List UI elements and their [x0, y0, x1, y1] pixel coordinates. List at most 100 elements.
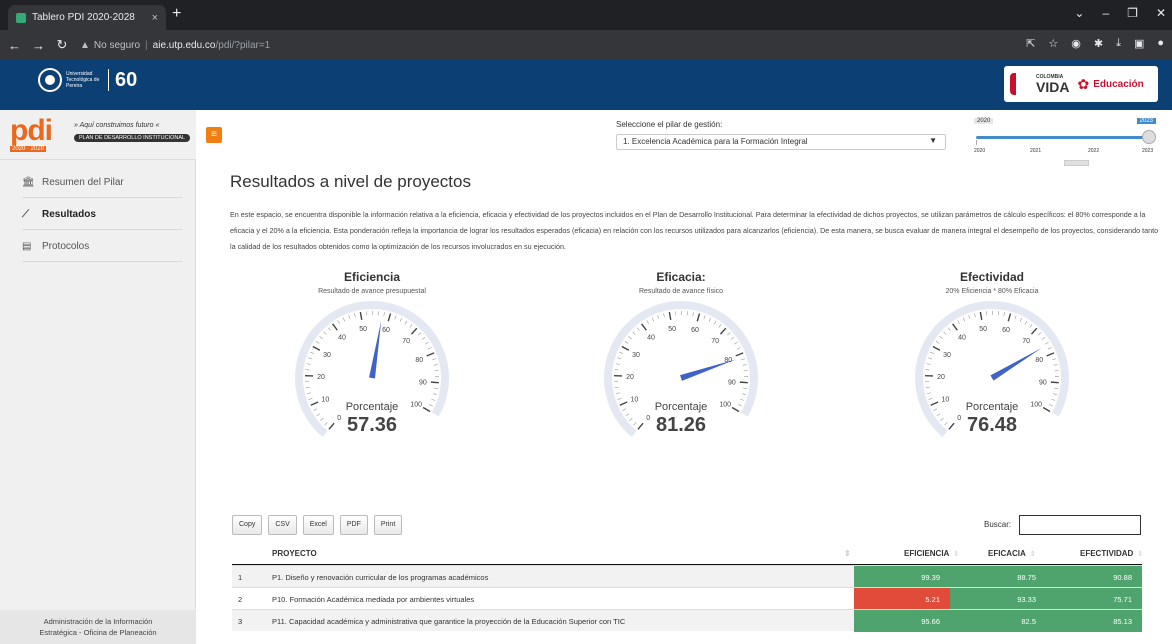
forward-icon[interactable]: → — [32, 38, 45, 53]
pilar-selected-value: 1. Excelencia Académica para la Formació… — [623, 137, 808, 146]
gauge-major-tick — [979, 311, 983, 321]
table-row[interactable]: 1 P1. Diseño y renovación curricular de … — [232, 565, 1142, 588]
gauge-title: Efectividad — [959, 270, 1025, 284]
table-row[interactable]: 3 P11. Capacidad académica y administrat… — [232, 609, 1142, 632]
row-metrics: 95.66 82.5 85.13 — [854, 610, 1142, 632]
gauge-minor-tick — [1045, 341, 1049, 345]
new-tab-button[interactable]: + — [172, 5, 181, 23]
gauge-minor-tick — [425, 341, 429, 345]
pdf-button[interactable]: PDF — [339, 515, 368, 535]
gauge-tick-label: 60 — [382, 327, 390, 334]
gauge-major-tick — [952, 323, 958, 331]
browser-tab[interactable]: Tablero PDI 2020-2028 × — [8, 5, 166, 30]
slider-tick-label: 2020 — [974, 148, 986, 154]
gauge-minor-tick — [617, 398, 622, 400]
row-proyecto: P11. Capacidad académica y administrativ… — [272, 617, 626, 626]
gauge-major-tick — [1050, 381, 1059, 384]
gauge-minor-tick — [741, 393, 746, 395]
extension-icon[interactable]: ◉ — [1071, 37, 1081, 50]
gauge-minor-tick — [614, 386, 619, 389]
col-header-eficacia[interactable]: EFICACIA ⇕ — [988, 549, 1036, 558]
slider-handle[interactable] — [1142, 130, 1156, 144]
gauge-minor-tick — [928, 357, 933, 360]
print-button[interactable]: Print — [373, 515, 403, 535]
collapse-tab[interactable] — [1064, 160, 1089, 166]
profile-icon[interactable]: ● — [1157, 37, 1164, 50]
excel-button[interactable]: Excel — [302, 515, 334, 535]
close-window-icon[interactable]: ✕ — [1156, 6, 1166, 20]
colombia-mark-icon — [1010, 73, 1032, 95]
gauge-minor-tick — [742, 364, 747, 366]
gauge-minor-tick — [619, 351, 624, 354]
back-icon[interactable]: ← — [8, 38, 21, 53]
cell-efectividad: 75.71 — [1046, 588, 1142, 610]
gauge-minor-tick — [614, 369, 619, 371]
gauge-minor-tick — [308, 357, 313, 360]
table-row[interactable]: 2 P10. Formación Académica mediada por a… — [232, 587, 1142, 610]
slider-min-label: 2020 — [974, 118, 994, 124]
cell-eficiencia: 95.66 — [854, 610, 950, 632]
pilar-select[interactable]: 1. Excelencia Académica para la Formació… — [616, 134, 946, 150]
pdi-logo[interactable]: pdi 2020 · 2028 » Aquí construimos futur… — [0, 110, 196, 160]
col-header-efectividad[interactable]: EFECTIVIDAD ⇕ — [1080, 549, 1143, 558]
gauge-tick-label: 70 — [711, 338, 719, 345]
sort-icon[interactable]: ⇕ — [844, 549, 851, 558]
gauge-minor-tick — [624, 341, 629, 344]
slider-track[interactable] — [976, 136, 1150, 139]
share-icon[interactable]: ⇱ — [1026, 37, 1035, 50]
sidebar-item-resultados[interactable]: ⟋ Resultados — [22, 200, 182, 230]
gauge-needle — [990, 347, 1042, 381]
sidebar-item-label: Resumen del Pilar — [42, 177, 124, 188]
pdi-slogan: » Aquí construimos futuro « — [74, 122, 160, 129]
chart-line-icon: ⟋ — [22, 209, 29, 220]
gauge-major-tick — [696, 313, 701, 322]
gauge-minor-tick — [1029, 324, 1033, 328]
col-header-proyecto[interactable]: PROYECTO — [272, 549, 317, 558]
gauge-minor-tick — [947, 327, 951, 331]
url-field[interactable]: ▲ No seguro | aie.utp.edu.co /pdi/?pilar… — [80, 34, 960, 56]
col-header-label: EFICIENCIA — [904, 549, 950, 558]
window-controls: ⌄ – ❐ ✕ — [1074, 6, 1166, 20]
gauge-minor-tick — [692, 312, 694, 317]
minimize-icon[interactable]: – — [1102, 6, 1109, 20]
search-input[interactable] — [1019, 515, 1141, 535]
gauge-minor-tick — [315, 341, 320, 344]
row-number: 2 — [238, 595, 243, 604]
utp-seal-icon — [38, 68, 62, 92]
puzzle-icon[interactable]: ✱ — [1094, 37, 1103, 50]
menu-toggle-button[interactable]: ≡ — [206, 127, 222, 143]
csv-button[interactable]: CSV — [268, 515, 297, 535]
cell-eficiencia: 99.39 — [854, 566, 950, 588]
gauge-minor-tick — [741, 358, 746, 361]
gov-slogan: VIDA — [1036, 78, 1070, 95]
gauge-minor-tick — [433, 364, 438, 366]
sidepanel-icon[interactable]: ▣ — [1134, 37, 1144, 50]
utp-logo[interactable]: Universidad Tecnológica de Pereira 60 — [38, 68, 137, 92]
gov-text: COLOMBIA VIDA — [1036, 74, 1070, 95]
gauge-minor-tick — [928, 398, 933, 400]
tab-search-icon[interactable]: ⌄ — [1074, 6, 1084, 20]
gauge-minor-tick — [736, 347, 741, 350]
gauge-eficiencia: Eficiencia Resultado de avance presupues… — [262, 270, 482, 470]
gauge-minor-tick — [651, 317, 655, 322]
gauge-subtitle: Resultado de avance presupuestal — [318, 288, 426, 295]
gauge-minor-tick — [743, 387, 748, 390]
sidebar-item-protocolos[interactable]: ▤ Protocolos — [22, 232, 182, 262]
government-logo[interactable]: COLOMBIA VIDA ✿ Educación — [1004, 66, 1158, 102]
bookmark-star-icon[interactable]: ☆ — [1048, 37, 1058, 50]
reload-icon[interactable]: ↻ — [56, 37, 68, 53]
gauge-minor-tick — [310, 351, 315, 354]
sidebar-item-resumen[interactable]: 🏛 Resumen del Pilar — [22, 168, 182, 198]
col-header-eficiencia[interactable]: EFICIENCIA ⇕ — [904, 549, 959, 558]
gauge-major-tick — [312, 345, 321, 351]
year-slider[interactable]: 2020 2023 2020 2021 2022 2023 — [970, 118, 1160, 158]
gauge-minor-tick — [636, 327, 640, 331]
maximize-icon[interactable]: ❐ — [1127, 6, 1138, 20]
gauge-minor-tick — [727, 332, 731, 336]
tab-close-icon[interactable]: × — [152, 12, 158, 24]
copy-button[interactable]: Copy — [232, 515, 263, 535]
row-proyecto: P10. Formación Académica mediada por amb… — [272, 595, 475, 604]
gauge-minor-tick — [421, 336, 426, 340]
download-icon[interactable]: ⤓ — [1116, 37, 1121, 50]
gauge-major-tick — [426, 352, 435, 357]
